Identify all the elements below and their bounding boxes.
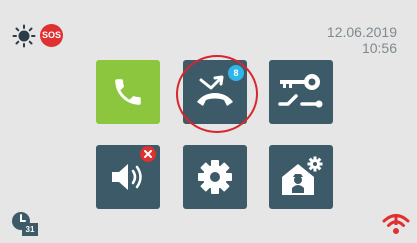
guard-unit-button[interactable] — [269, 145, 333, 209]
call-button[interactable] — [96, 60, 160, 124]
door-lock-button[interactable] — [269, 60, 333, 124]
sun-icon[interactable] — [12, 24, 36, 48]
time-label: 10:56 — [361, 40, 397, 56]
phone-icon — [115, 79, 141, 105]
wifi-alert-icon[interactable] — [381, 210, 411, 236]
key-switch-icon — [278, 74, 323, 108]
sos-icon[interactable]: SOS — [40, 24, 63, 47]
settings-button[interactable] — [183, 145, 247, 209]
selection-highlight — [176, 55, 258, 133]
muted-indicator-icon — [140, 146, 156, 162]
speaker-muted-icon — [112, 164, 142, 190]
date-label: 12.06.2019 — [326, 24, 397, 40]
calendar-day-label: 31 — [22, 223, 38, 236]
gear-icon — [198, 160, 232, 194]
guard-house-settings-icon — [282, 156, 323, 195]
date-time: 12.06.2019 10:56 — [327, 24, 397, 56]
